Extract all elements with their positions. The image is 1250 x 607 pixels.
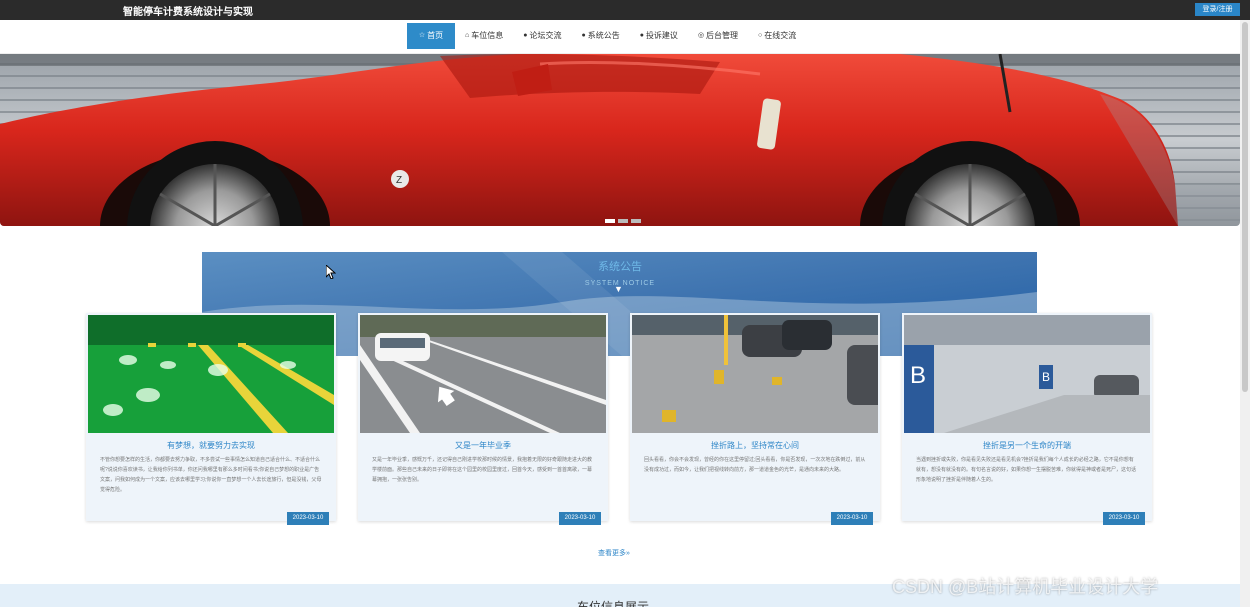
nav-item-label: 投诉建议 [645,31,678,40]
banner-dot[interactable] [605,219,615,223]
settings-icon: ◎ [697,32,705,39]
main-nav: ☆ 首页 ⌂ 车位信息 ● 论坛交流 ● 系统公告 ● 投诉建议 ◎ 后台管理 … [407,23,806,49]
notice-card[interactable]: 挫折路上，坚持常在心间 回头看看，你会不会发现，曾经的你在这里停留过;回头看看，… [630,313,880,525]
scroll-thumb[interactable] [1242,22,1248,392]
login-register-button[interactable]: 登录/注册 [1195,3,1240,16]
chat-icon: ○ [758,32,763,39]
banner-car-image: Z [0,54,1240,226]
card-text: 回头看看，你会不会发现，曾经的你在这里停留过;回头看看，你是否发现，一次次地在跌… [644,457,866,473]
nav-item-label: 车位信息 [471,31,504,40]
info-icon: ● [639,32,644,39]
view-more-link[interactable]: 查看更多» [598,548,630,558]
svg-text:B: B [1042,370,1050,384]
nav-item-label: 在线交流 [764,31,797,40]
card-date: 2023-03-10 [831,512,873,525]
card-date: 2023-03-10 [1103,512,1145,525]
card-title[interactable]: 有梦想，就要努力去实现 [86,440,336,451]
star-icon: ☆ [418,32,426,39]
help-icon: ● [581,32,586,39]
mouse-cursor-icon [326,265,336,279]
page-scrollbar[interactable] [1240,20,1250,607]
banner-dot[interactable] [631,219,641,223]
nav-item-forum[interactable]: ● 论坛交流 [513,23,571,49]
svg-text:B: B [910,362,926,389]
nav-item-complaint[interactable]: ● 投诉建议 [630,23,688,49]
nav-item-label: 系统公告 [587,31,620,40]
card-image [88,315,334,433]
card-image: B B [904,315,1150,433]
top-bar: 智能停车计费系统设计与实现 登录/注册 [0,0,1250,20]
card-title[interactable]: 挫折是另一个生命的开端 [902,440,1152,451]
double-chevron-right-icon: » [626,550,630,557]
hero-banner[interactable]: Z [0,54,1240,226]
card-text: 当遇到挫折或失败，你是看见失败还是看见机会?挫折是我们每个人成长的必经之路，它不… [916,457,1137,483]
nav-item-label: 后台管理 [706,31,739,40]
banner-pagination [605,219,641,223]
nav-item-label: 首页 [427,31,444,40]
nav-bar: ☆ 首页 ⌂ 车位信息 ● 论坛交流 ● 系统公告 ● 投诉建议 ◎ 后台管理 … [0,20,1240,54]
nav-item-notice[interactable]: ● 系统公告 [571,23,629,49]
card-title[interactable]: 挫折路上，坚持常在心间 [630,440,880,451]
nav-item-label: 论坛交流 [529,31,562,40]
notice-card[interactable]: B B 挫折是另一个生命的开端 当遇到挫折或失败，你是看见失败还是看见机会?挫折… [902,313,1152,525]
nav-item-chat[interactable]: ○ 在线交流 [748,23,806,49]
notice-card[interactable]: 又是一年毕业季 又是一年毕业季，感慨万千，还记得自己刚进学校那时候的情景，我抱着… [358,313,608,525]
notice-card[interactable]: 有梦想，就要努力去实现 不管你想要怎样的生活，你都要去努力争取，不多尝试一些事情… [86,313,336,525]
home-icon: ⌂ [465,32,470,39]
nav-item-admin[interactable]: ◎ 后台管理 [688,23,748,49]
view-more-label: 查看更多 [598,550,626,557]
nav-item-parking-info[interactable]: ⌂ 车位信息 [455,23,513,49]
parking-info-title: 车位信息展示 [577,600,650,607]
card-text: 不管你想要怎样的生活，你都要去努力争取，不多尝试一些事情怎么知道自己适合什么、不… [100,457,322,493]
card-image [360,315,606,433]
section-arrow-icon: ▼ [614,284,623,294]
info-icon: ● [523,32,528,39]
card-image [632,315,878,433]
card-text: 又是一年毕业季，感慨万千，还记得自己刚进学校那时候的情景，我抱着无限的好奇跟随走… [372,457,593,483]
watermark: CSDN @B站计算机毕业设计大学 [892,577,1159,597]
svg-text:Z: Z [396,175,402,186]
card-date: 2023-03-10 [559,512,601,525]
banner-dot[interactable] [618,219,628,223]
card-date: 2023-03-10 [287,512,329,525]
card-title[interactable]: 又是一年毕业季 [358,440,608,451]
site-title: 智能停车计费系统设计与实现 [123,7,253,18]
section-title: 系统公告 [598,261,642,273]
nav-item-home[interactable]: ☆ 首页 [407,23,455,49]
